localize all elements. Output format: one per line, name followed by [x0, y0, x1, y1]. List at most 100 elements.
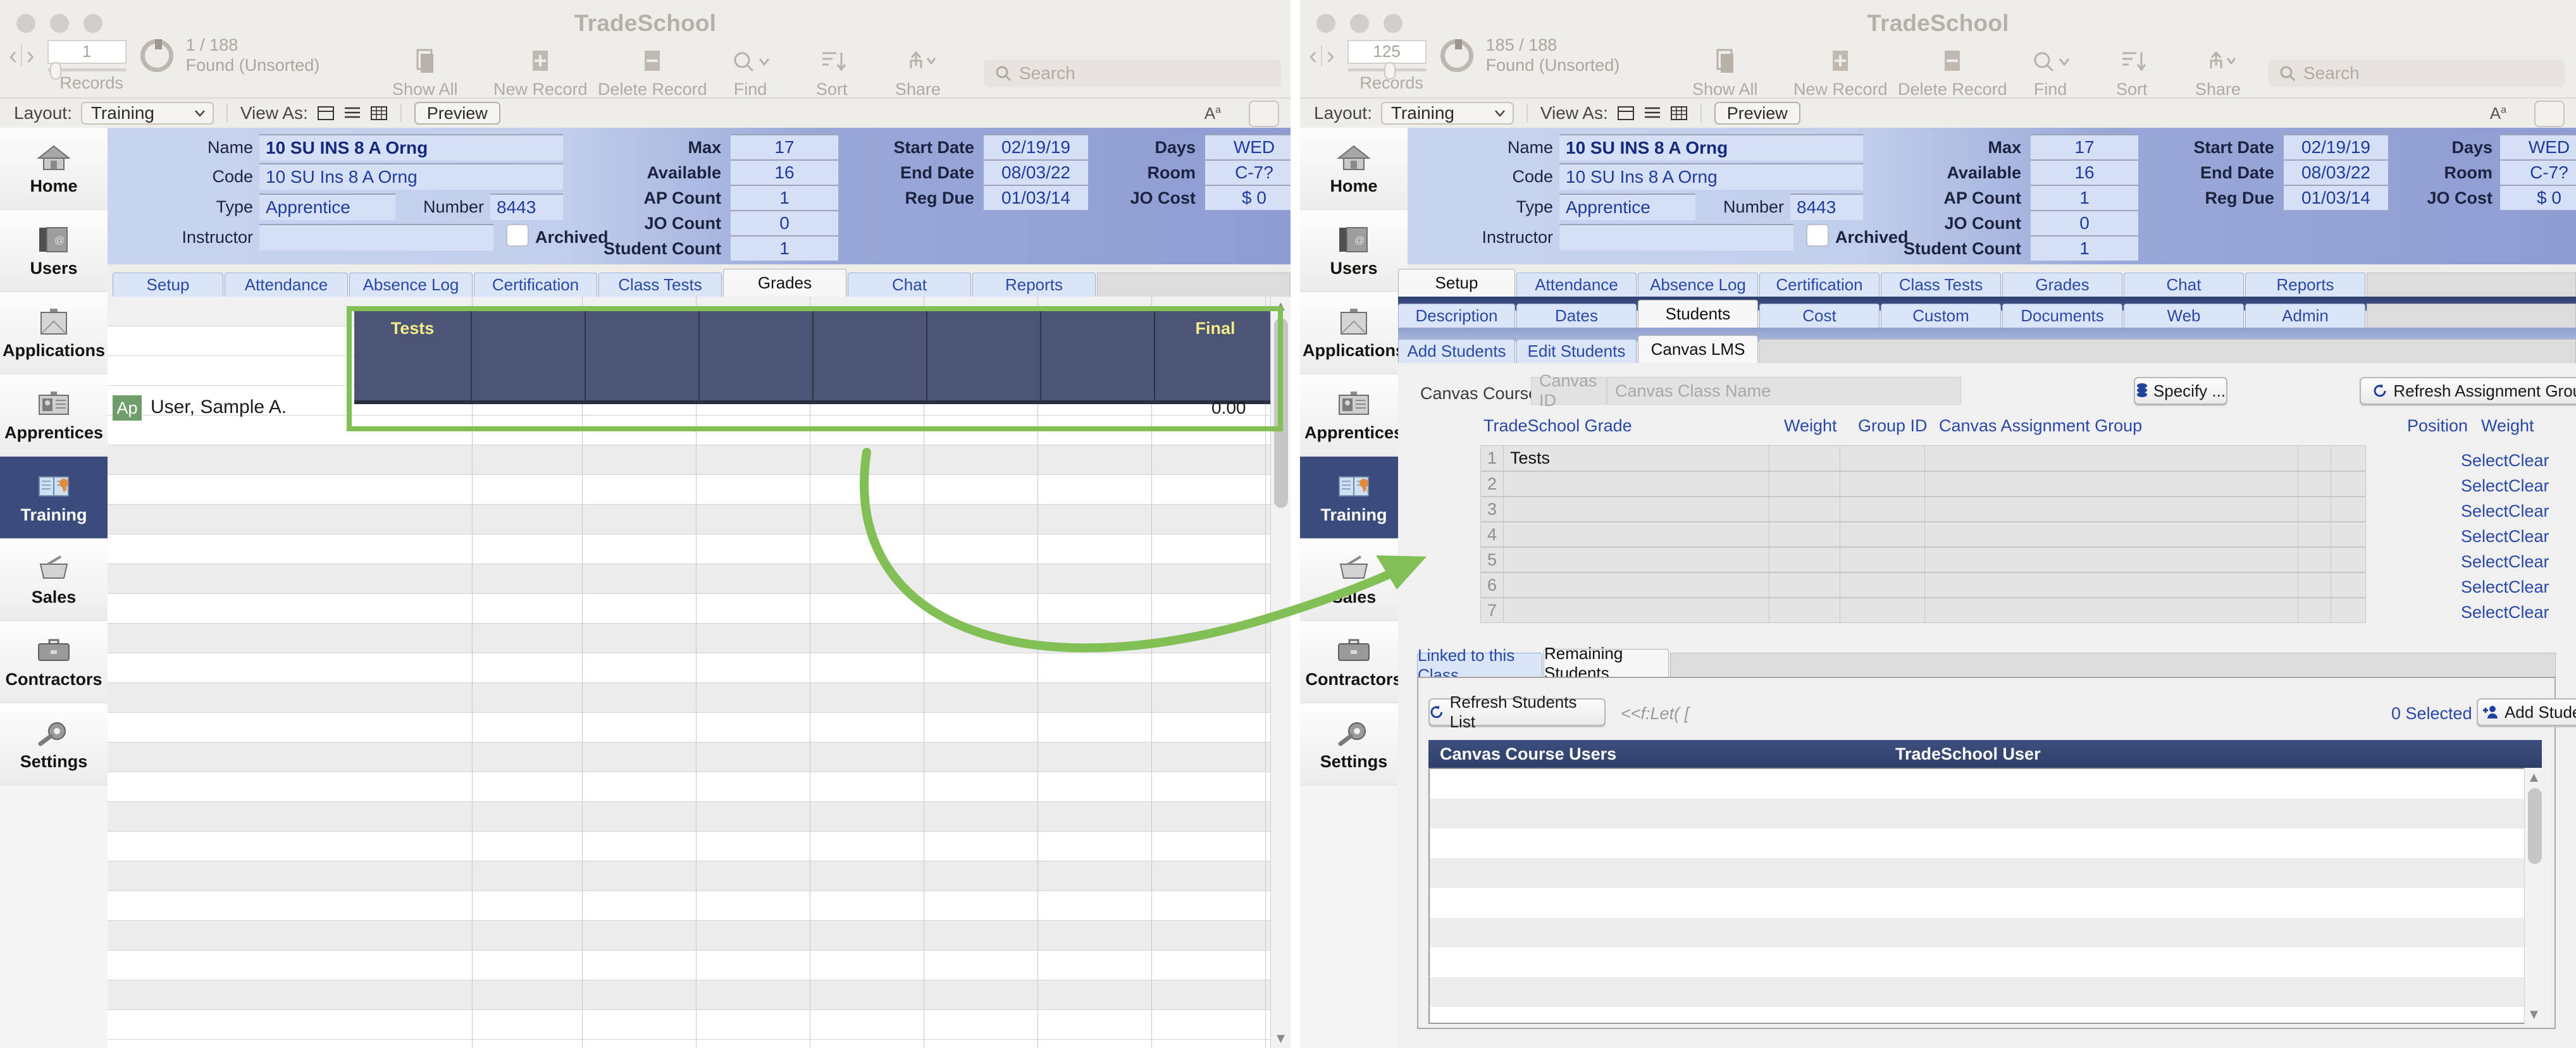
- tab-class-tests[interactable]: Class Tests: [1881, 273, 2001, 297]
- delete-record-button[interactable]: Delete Record: [598, 47, 707, 99]
- cell-group-id[interactable]: [1840, 522, 1926, 546]
- sidebar-item-training[interactable]: Training: [0, 457, 108, 539]
- tab-setup[interactable]: Setup: [1398, 269, 1515, 297]
- canvas-class-name-field[interactable]: Canvas Class Name: [1607, 377, 1961, 405]
- tab-canvas-lms[interactable]: Canvas LMS: [1638, 335, 1758, 363]
- list-item[interactable]: [1430, 769, 2541, 799]
- number-field[interactable]: 8443: [1790, 194, 1863, 220]
- table-row[interactable]: 3: [1480, 496, 2366, 522]
- tab-setup[interactable]: Setup: [113, 273, 223, 297]
- sidebar-item-contractors[interactable]: Contractors: [1300, 621, 1408, 703]
- clear-link[interactable]: Clear: [2508, 502, 2549, 521]
- tab-students[interactable]: Students: [1638, 300, 1758, 328]
- search-field[interactable]: Search: [984, 59, 1281, 87]
- name-field[interactable]: 10 SU INS 8 A Orng: [1559, 134, 1863, 161]
- table-row[interactable]: [108, 416, 1278, 445]
- preview-button[interactable]: Preview: [414, 102, 500, 125]
- sidebar-item-applications[interactable]: Applications: [0, 292, 108, 374]
- cell-position[interactable]: [2298, 548, 2332, 572]
- table-row[interactable]: 7: [1480, 598, 2366, 623]
- new-record-button[interactable]: New Record: [1793, 47, 1888, 99]
- next-record-icon[interactable]: ›: [26, 43, 34, 68]
- cell-assignment-group[interactable]: [1925, 446, 2299, 471]
- cell-grade[interactable]: Tests: [1504, 446, 1769, 471]
- sidebar-item-sales[interactable]: Sales: [1300, 539, 1408, 621]
- cell-group-id[interactable]: [1840, 548, 1926, 572]
- sidebar-item-settings[interactable]: Settings: [0, 703, 108, 786]
- cell-position[interactable]: [2298, 497, 2332, 521]
- find-button[interactable]: Find: [2031, 47, 2070, 99]
- students-list-scrollbar[interactable]: ▲ ▼: [2524, 768, 2543, 1024]
- tab-reports[interactable]: Reports: [2245, 273, 2365, 297]
- cell-weight-2[interactable]: [2331, 573, 2365, 597]
- reg-due-field[interactable]: 01/03/14: [2284, 185, 2388, 210]
- instructor-field[interactable]: [1559, 224, 1793, 250]
- start-date-field[interactable]: 02/19/19: [984, 134, 1088, 159]
- cell-weight-2[interactable]: [2331, 472, 2365, 496]
- sidebar-item-contractors[interactable]: Contractors: [0, 621, 108, 703]
- add-students-button[interactable]: Add Students: [2477, 698, 2576, 726]
- refresh-assignment-groups-button[interactable]: Refresh Assignment Groups: [2360, 377, 2576, 405]
- cell-weight-2[interactable]: [2331, 598, 2365, 622]
- tab-web[interactable]: Web: [2124, 304, 2244, 328]
- table-row[interactable]: 6: [1480, 572, 2366, 598]
- search-field[interactable]: Search: [2268, 59, 2565, 87]
- select-link[interactable]: Select: [2461, 577, 2508, 597]
- tab-reports[interactable]: Reports: [972, 273, 1096, 297]
- tab-dates[interactable]: Dates: [1516, 304, 1637, 328]
- cell-weight[interactable]: [1769, 598, 1840, 622]
- number-field[interactable]: 8443: [490, 194, 563, 220]
- view-as-list-icon[interactable]: [344, 105, 361, 121]
- edit-layout-button[interactable]: [1249, 101, 1279, 127]
- tab-grades[interactable]: Grades: [2002, 273, 2122, 297]
- show-all-button[interactable]: Show All: [1692, 47, 1758, 99]
- tab-class-tests[interactable]: Class Tests: [598, 273, 722, 297]
- sidebar-item-training[interactable]: Training: [1300, 457, 1408, 539]
- select-link[interactable]: Select: [2461, 502, 2508, 521]
- cell-assignment-group[interactable]: [1925, 497, 2299, 521]
- cell-grade[interactable]: [1504, 497, 1769, 521]
- clear-link[interactable]: Clear: [2508, 527, 2549, 546]
- room-field[interactable]: C-7?: [1205, 159, 1291, 185]
- clear-link[interactable]: Clear: [2508, 451, 2549, 471]
- find-button[interactable]: Find: [731, 47, 770, 99]
- cell-position[interactable]: [2298, 446, 2332, 471]
- next-record-icon[interactable]: ›: [1326, 43, 1334, 68]
- select-link[interactable]: Select: [2461, 451, 2508, 471]
- room-field[interactable]: C-7?: [2500, 159, 2576, 185]
- ap-count-field[interactable]: 1: [2031, 185, 2138, 210]
- scroll-down-icon[interactable]: ▼: [2525, 1005, 2543, 1024]
- scroll-thumb[interactable]: [1274, 318, 1288, 508]
- record-number-input[interactable]: 125: [1347, 39, 1427, 64]
- view-as-table-icon[interactable]: [370, 105, 388, 121]
- record-slider[interactable]: [1347, 61, 1427, 80]
- tab-chat[interactable]: Chat: [2124, 273, 2244, 297]
- cell-group-id[interactable]: [1840, 573, 1926, 597]
- code-field[interactable]: 10 SU Ins 8 A Orng: [259, 163, 563, 190]
- clear-link[interactable]: Clear: [2508, 552, 2549, 572]
- left-vertical-scrollbar[interactable]: ▲ ▼: [1270, 297, 1291, 1048]
- view-as-list-icon[interactable]: [1644, 105, 1661, 121]
- cell-weight[interactable]: [1769, 573, 1840, 597]
- cell-assignment-group[interactable]: [1925, 573, 2299, 597]
- cell-weight-2[interactable]: [2331, 446, 2365, 471]
- cell-weight[interactable]: [1769, 497, 1840, 521]
- cell-position[interactable]: [2298, 573, 2332, 597]
- students-list[interactable]: [1428, 768, 2542, 1024]
- sidebar-item-users[interactable]: @ Users: [0, 210, 108, 292]
- preview-button[interactable]: Preview: [1714, 102, 1800, 125]
- tab-linked-to-this-class[interactable]: Linked to this Class: [1417, 646, 1542, 684]
- show-all-button[interactable]: Show All: [392, 47, 458, 99]
- sidebar-item-users[interactable]: @ Users: [1300, 210, 1408, 292]
- clear-link[interactable]: Clear: [2508, 603, 2549, 622]
- sidebar-item-settings[interactable]: Settings: [1300, 703, 1408, 786]
- list-item[interactable]: [1430, 799, 2541, 829]
- select-link[interactable]: Select: [2461, 552, 2508, 572]
- max-field[interactable]: 17: [731, 134, 838, 159]
- tab-custom[interactable]: Custom: [1881, 304, 2001, 328]
- sidebar-item-home[interactable]: Home: [1300, 128, 1408, 210]
- edit-layout-button[interactable]: [2534, 101, 2565, 127]
- record-slider[interactable]: [47, 61, 127, 80]
- sidebar-item-apprentices[interactable]: Apprentices: [0, 374, 108, 457]
- list-item[interactable]: [1430, 977, 2541, 1007]
